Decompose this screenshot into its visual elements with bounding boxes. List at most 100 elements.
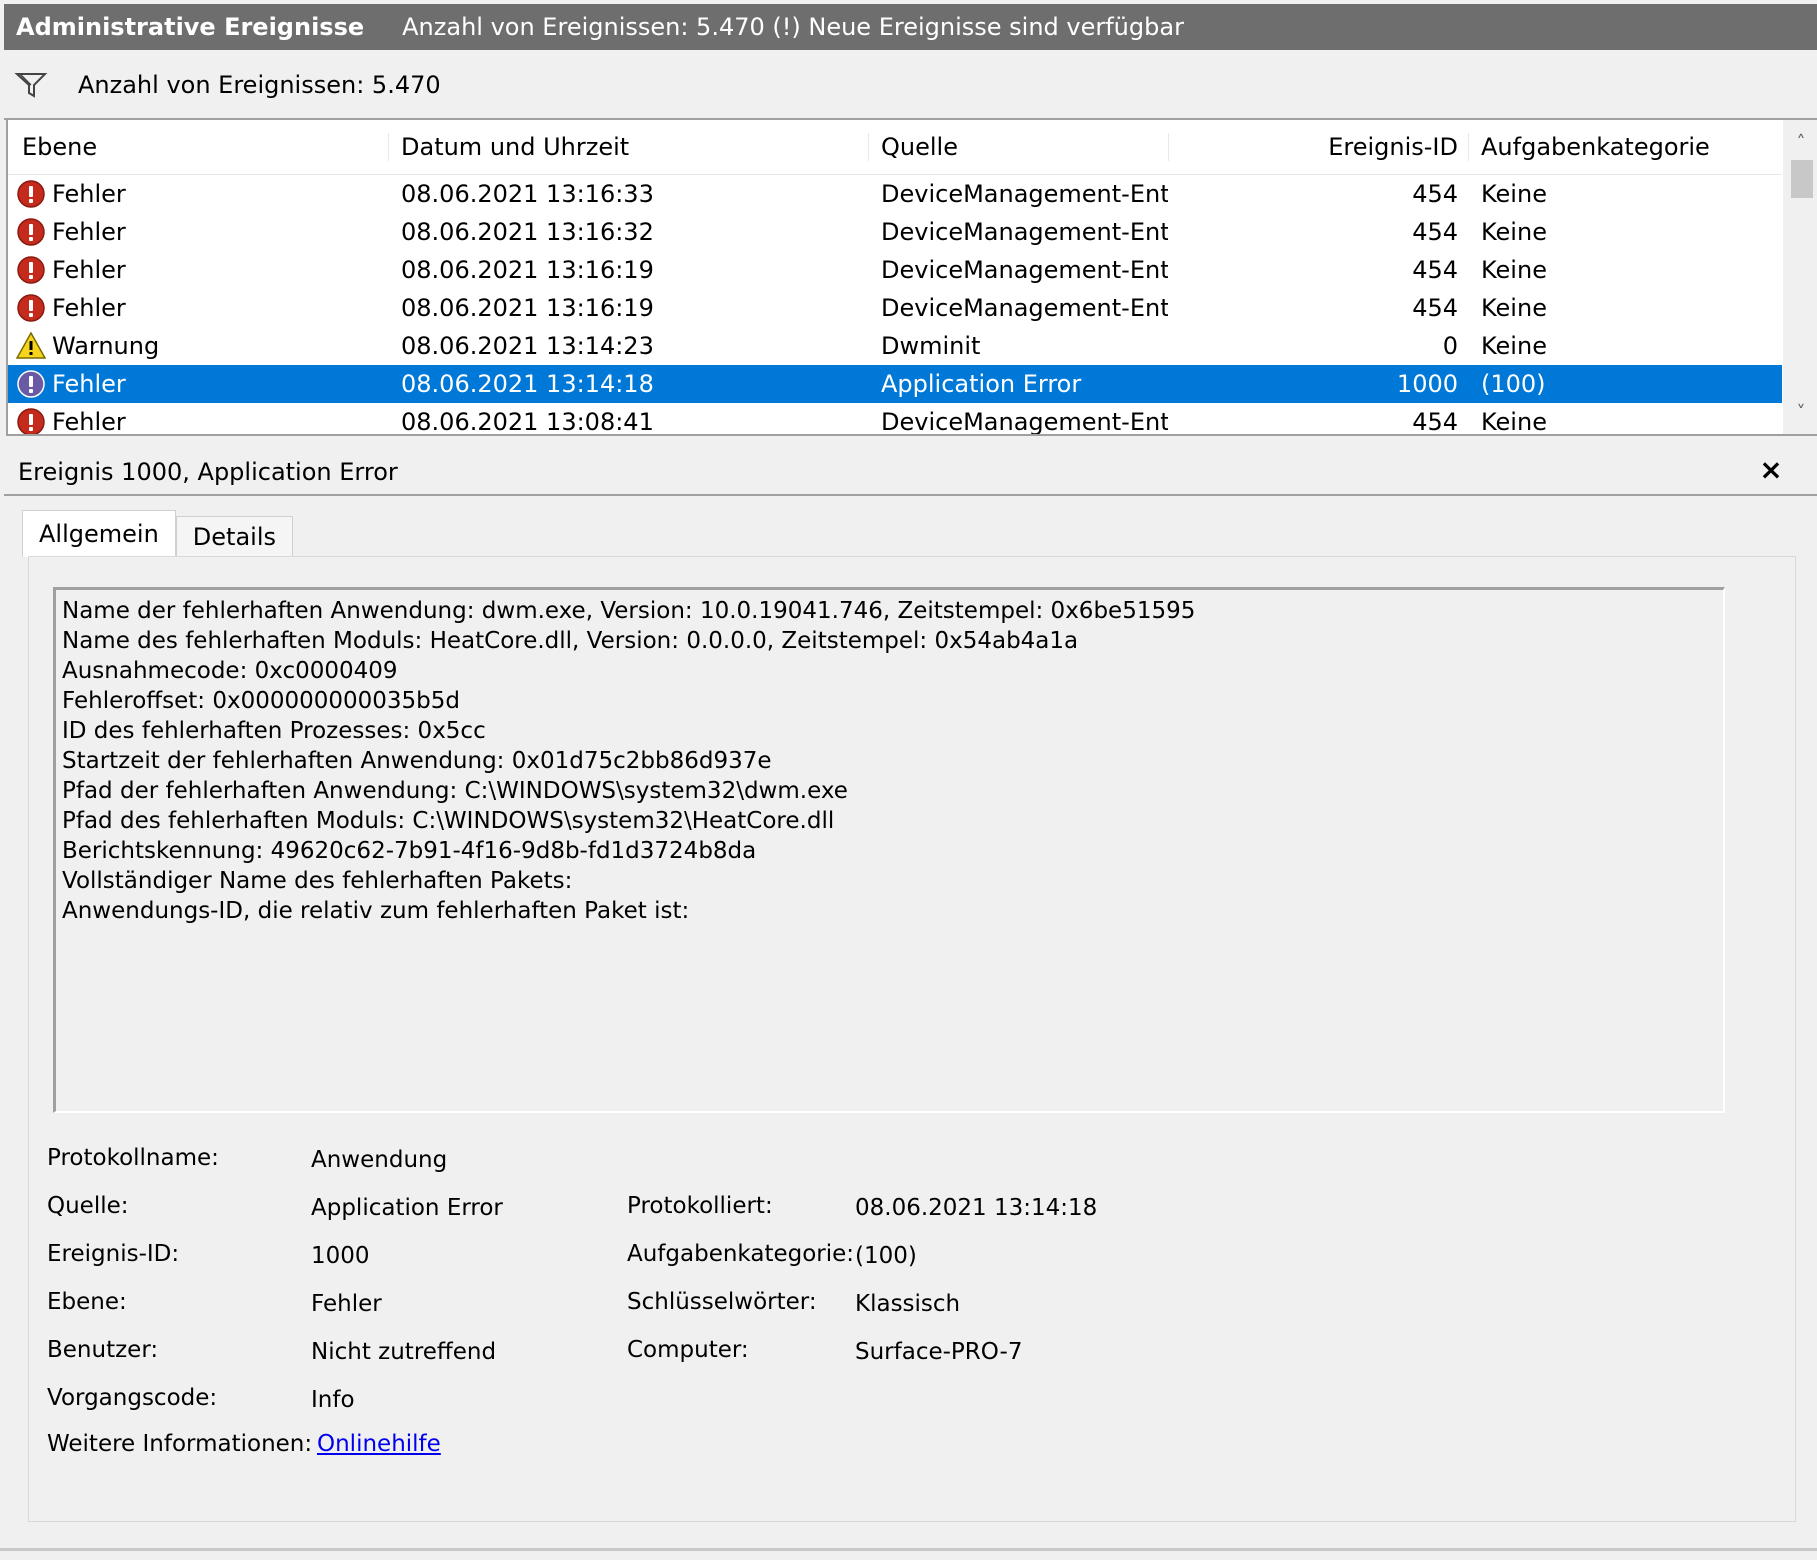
cell-date: 08.06.2021 13:08:41 bbox=[401, 408, 654, 436]
tab-general[interactable]: Allgemein bbox=[22, 510, 176, 557]
message-line: Startzeit der fehlerhaften Anwendung: 0x… bbox=[62, 748, 772, 774]
close-icon[interactable]: × bbox=[1757, 456, 1785, 484]
keywords-value: Klassisch bbox=[855, 1291, 961, 1317]
keywords-label: Schlüsselwörter: bbox=[627, 1289, 817, 1315]
level-text: Fehler bbox=[52, 180, 126, 208]
opcode-value: Info bbox=[311, 1387, 355, 1413]
view-title: Administrative Ereignisse bbox=[16, 13, 365, 41]
opcode-label: Vorgangscode: bbox=[47, 1385, 218, 1411]
eventid-value: 1000 bbox=[311, 1243, 370, 1269]
tab-details[interactable]: Details bbox=[175, 516, 293, 557]
level-text: Fehler bbox=[52, 408, 126, 436]
table-row[interactable]: Warnung 08.06.2021 13:14:23 Dwminit 0 Keine bbox=[8, 327, 1782, 365]
cell-level: Fehler bbox=[8, 255, 388, 285]
cell-date: 08.06.2021 13:16:33 bbox=[401, 180, 654, 208]
level-text: Warnung bbox=[52, 332, 160, 360]
source-label: Quelle: bbox=[47, 1193, 129, 1219]
eventid-label: Ereignis-ID: bbox=[47, 1241, 180, 1267]
error-icon bbox=[16, 407, 46, 434]
message-line: Name der fehlerhaften Anwendung: dwm.exe… bbox=[62, 598, 1196, 624]
table-row[interactable]: Fehler 08.06.2021 13:14:18 Application Err… bbox=[8, 365, 1782, 403]
table-row[interactable]: Fehler 08.06.2021 13:16:32 DeviceManagemen… bbox=[8, 213, 1782, 251]
cell-event-id: 0 bbox=[1442, 332, 1458, 360]
cell-date: 08.06.2021 13:16:19 bbox=[401, 256, 654, 284]
table-row[interactable]: Fehler 08.06.2021 13:16:19 DeviceManagemen… bbox=[8, 289, 1782, 327]
bottom-divider bbox=[0, 1548, 1817, 1551]
cell-level: Fehler bbox=[8, 179, 388, 209]
more-info-label: Weitere Informationen: bbox=[47, 1431, 313, 1457]
cell-task-category: (100) bbox=[1481, 370, 1546, 398]
level-text: Fehler bbox=[52, 370, 126, 398]
message-line: Vollständiger Name des fehlerhaften Pake… bbox=[62, 868, 573, 894]
cell-task-category: Keine bbox=[1481, 256, 1547, 284]
cell-level: Fehler bbox=[8, 369, 388, 399]
computer-label: Computer: bbox=[627, 1337, 749, 1363]
level-value: Fehler bbox=[311, 1291, 382, 1317]
cell-event-id: 454 bbox=[1412, 180, 1458, 208]
warning-icon bbox=[15, 331, 47, 361]
task-category-value: (100) bbox=[855, 1243, 917, 1269]
cell-task-category: Keine bbox=[1481, 294, 1547, 322]
cell-event-id: 1000 bbox=[1396, 370, 1458, 398]
table-row[interactable]: Fehler 08.06.2021 13:16:19 DeviceManagemen… bbox=[8, 251, 1782, 289]
logname-label: Protokollname: bbox=[47, 1145, 219, 1171]
user-value: Nicht zutreffend bbox=[311, 1339, 497, 1365]
column-header-date[interactable]: Datum und Uhrzeit bbox=[388, 133, 868, 161]
logname-value: Anwendung bbox=[311, 1147, 448, 1173]
filter-bar: Anzahl von Ereignissen: 5.470 bbox=[4, 52, 1817, 120]
scroll-up-icon[interactable]: ˄ bbox=[1783, 124, 1817, 160]
table-row[interactable]: Fehler 08.06.2021 13:08:41 DeviceManagemen… bbox=[8, 403, 1782, 436]
message-line: Pfad des fehlerhaften Moduls: C:\WINDOWS… bbox=[62, 808, 835, 834]
event-count: Anzahl von Ereignissen: 5.470 bbox=[78, 71, 441, 99]
event-table: Ebene Datum und Uhrzeit Quelle Ereignis-… bbox=[8, 120, 1782, 436]
event-count-status[interactable]: Anzahl von Ereignissen: 5.470 (!) Neue E… bbox=[402, 13, 1184, 41]
cell-date: 08.06.2021 13:14:23 bbox=[401, 332, 654, 360]
detail-title: Ereignis 1000, Application Error bbox=[18, 458, 398, 486]
cell-task-category: Keine bbox=[1481, 332, 1547, 360]
vertical-scrollbar[interactable]: ˄ ˅ bbox=[1783, 120, 1817, 434]
cell-source: DeviceManagement-Ent... bbox=[881, 408, 1168, 436]
cell-level: Fehler bbox=[8, 407, 388, 436]
user-label: Benutzer: bbox=[47, 1337, 159, 1363]
scroll-down-icon[interactable]: ˅ bbox=[1783, 394, 1817, 430]
message-line: Pfad der fehlerhaften Anwendung: C:\WIND… bbox=[62, 778, 848, 804]
error-icon bbox=[16, 369, 46, 399]
column-header-task-category[interactable]: Aufgabenkategorie bbox=[1468, 133, 1782, 161]
message-line: Ausnahmecode: 0xc0000409 bbox=[62, 658, 398, 684]
filter-icon bbox=[14, 70, 50, 100]
message-line: Anwendungs-ID, die relativ zum fehlerhaf… bbox=[62, 898, 690, 924]
cell-date: 08.06.2021 13:16:32 bbox=[401, 218, 654, 246]
table-row[interactable]: Fehler 08.06.2021 13:16:33 DeviceManagemen… bbox=[8, 175, 1782, 213]
cell-date: 08.06.2021 13:16:19 bbox=[401, 294, 654, 322]
table-body: Fehler 08.06.2021 13:16:33 DeviceManagemen… bbox=[8, 175, 1782, 436]
message-line: Fehleroffset: 0x000000000035b5d bbox=[62, 688, 460, 714]
event-message-box[interactable]: Name der fehlerhaften Anwendung: dwm.exe… bbox=[53, 587, 1725, 1113]
task-category-label: Aufgabenkategorie: bbox=[627, 1241, 855, 1267]
column-header-event-id[interactable]: Ereignis-ID bbox=[1168, 133, 1468, 161]
column-header-source[interactable]: Quelle bbox=[868, 133, 1168, 161]
cell-source: Application Error bbox=[881, 370, 1082, 398]
general-tab-panel: Name der fehlerhaften Anwendung: dwm.exe… bbox=[28, 556, 1796, 1522]
message-line: Berichtskennung: 49620c62-7b91-4f16-9d8b… bbox=[62, 838, 757, 864]
column-header-level[interactable]: Ebene bbox=[8, 133, 388, 161]
online-help-link[interactable]: Onlinehilfe bbox=[317, 1431, 441, 1457]
level-label: Ebene: bbox=[47, 1289, 127, 1315]
level-text: Fehler bbox=[52, 256, 126, 284]
cell-task-category: Keine bbox=[1481, 180, 1547, 208]
cell-event-id: 454 bbox=[1412, 294, 1458, 322]
scroll-thumb[interactable] bbox=[1791, 160, 1813, 198]
cell-task-category: Keine bbox=[1481, 408, 1547, 436]
event-list[interactable]: Ebene Datum und Uhrzeit Quelle Ereignis-… bbox=[6, 120, 1817, 436]
message-line: ID des fehlerhaften Prozesses: 0x5cc bbox=[62, 718, 486, 744]
error-icon bbox=[16, 179, 46, 209]
error-icon bbox=[16, 293, 46, 323]
level-text: Fehler bbox=[52, 294, 126, 322]
logged-value: 08.06.2021 13:14:18 bbox=[855, 1195, 1098, 1221]
error-icon bbox=[16, 255, 46, 285]
cell-source: DeviceManagement-Ent... bbox=[881, 256, 1168, 284]
cell-source: DeviceManagement-Ent... bbox=[881, 218, 1168, 246]
cell-event-id: 454 bbox=[1412, 256, 1458, 284]
message-line: Name des fehlerhaften Moduls: HeatCore.d… bbox=[62, 628, 1079, 654]
detail-tabs: Allgemein Details bbox=[22, 510, 293, 557]
cell-level: Fehler bbox=[8, 217, 388, 247]
